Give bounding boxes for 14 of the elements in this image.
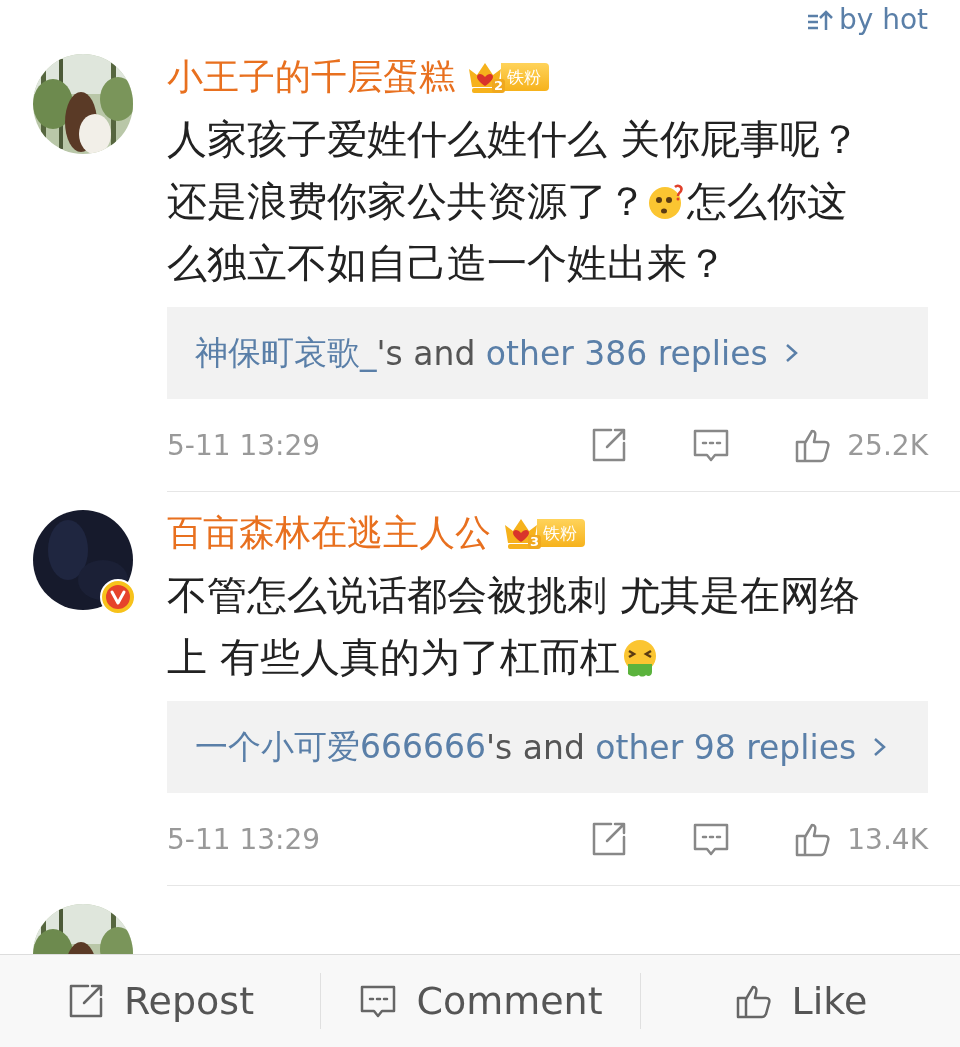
sort-button[interactable]: by hot xyxy=(806,6,928,34)
repost-button[interactable]: Repost xyxy=(0,973,320,1029)
replies-link[interactable]: 神保町哀歌_'s and other 386 replies xyxy=(167,307,928,399)
replies-link[interactable]: 一个小可爱666666's and other 98 replies xyxy=(167,701,928,793)
comment-time: 5-11 13:29 xyxy=(167,822,322,856)
verified-badge-icon xyxy=(99,578,137,616)
fan-badge: 铁粉 xyxy=(501,63,549,91)
comment-time: 5-11 13:29 xyxy=(167,428,322,462)
comment-button[interactable]: Comment xyxy=(320,973,640,1029)
comment-text: 人家孩子爱姓什么姓什么 关你屁事呢？还是浪费你家公共资源了？ 怎么你这么独立不如自己造一个姓出来？ xyxy=(167,115,861,288)
comment-text: 不管怎么说话都会被挑刺 尤其是在网络上 有些人真的为了杠而杠 xyxy=(167,571,861,682)
sort-icon xyxy=(806,8,833,32)
fan-badge: 铁粉 xyxy=(537,519,585,547)
like-button[interactable]: Like xyxy=(640,973,960,1029)
